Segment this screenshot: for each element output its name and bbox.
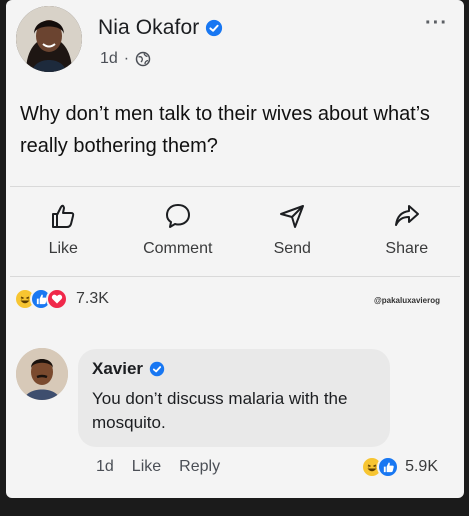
- comment-time[interactable]: 1d: [96, 458, 114, 476]
- send-label: Send: [273, 240, 311, 257]
- comment-reaction-icons: [361, 456, 400, 478]
- commenter-avatar[interactable]: [16, 348, 68, 400]
- send-icon: [280, 205, 305, 228]
- comment-label: Comment: [143, 240, 213, 257]
- comment-text: You don’t discuss malaria with the mosqu…: [92, 389, 348, 432]
- author-name[interactable]: Nia Okafor: [98, 16, 199, 40]
- verified-badge-icon: [206, 19, 223, 37]
- comment-reactions[interactable]: 5.9K: [361, 456, 438, 478]
- love-reaction-icon: [46, 288, 68, 310]
- watermark-text: @pakaluxavierog: [373, 296, 440, 305]
- thumbs-up-icon: [52, 204, 75, 228]
- comment-author[interactable]: Xavier: [92, 359, 143, 379]
- divider-top: [10, 186, 460, 187]
- author-name-row: Nia Okafor: [98, 16, 223, 40]
- reaction-count: 7.3K: [76, 290, 109, 307]
- comment-footer: 1d Like Reply: [96, 458, 220, 476]
- reaction-icons: [14, 288, 68, 310]
- comment-reply-button[interactable]: Reply: [179, 458, 220, 476]
- post-card: Nia Okafor 1d · ··· Why don’t men talk t…: [6, 0, 464, 498]
- comment-author-row: Xavier: [92, 359, 376, 379]
- share-label: Share: [385, 240, 429, 257]
- comment-button[interactable]: Comment: [121, 196, 236, 266]
- reactions-summary[interactable]: 7.3K: [14, 288, 109, 310]
- post-meta: 1d ·: [100, 50, 151, 68]
- share-button[interactable]: Share: [350, 196, 465, 266]
- like-reaction-icon: [377, 456, 400, 478]
- action-bar: Like Comment Send Share: [6, 196, 464, 266]
- verified-badge-icon: [149, 361, 165, 377]
- like-button[interactable]: Like: [6, 196, 121, 266]
- send-button[interactable]: Send: [235, 196, 350, 266]
- comment-bubble: Xavier You don’t discuss malaria with th…: [78, 349, 390, 447]
- globe-icon: [135, 51, 151, 67]
- comment-reaction-count: 5.9K: [405, 458, 438, 475]
- like-label: Like: [48, 240, 78, 257]
- post-time[interactable]: 1d: [100, 50, 118, 68]
- comment-icon: [165, 204, 190, 228]
- post-header: Nia Okafor 1d · ···: [16, 6, 454, 76]
- author-avatar[interactable]: [16, 6, 82, 72]
- more-options-icon[interactable]: ···: [425, 12, 448, 35]
- divider-bottom: [10, 276, 460, 277]
- post-text: Why don’t men talk to their wives about …: [20, 103, 430, 157]
- comment-like-button[interactable]: Like: [132, 458, 161, 476]
- meta-separator: ·: [123, 50, 130, 67]
- share-icon: [394, 205, 419, 226]
